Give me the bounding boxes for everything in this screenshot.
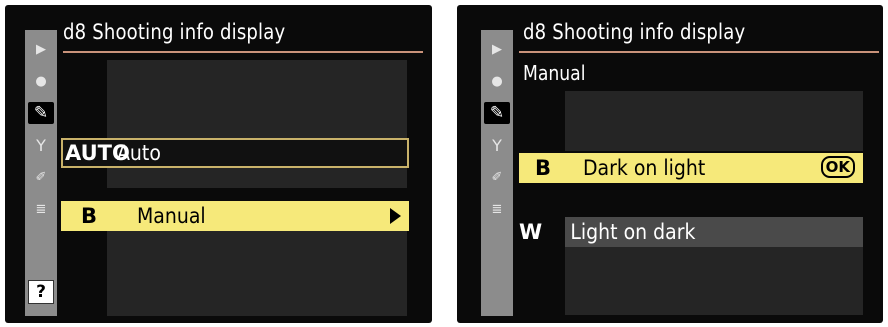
option-auto-label: Auto — [117, 141, 161, 165]
help-icon[interactable]: ? — [28, 280, 54, 304]
arrow-right-icon — [390, 208, 401, 224]
playback-icon[interactable]: ▶ — [28, 38, 54, 60]
upper-panel — [565, 91, 863, 151]
option-dark-on-light-label: Dark on light — [583, 156, 706, 180]
option-manual-tag: B — [81, 204, 98, 228]
option-dark-on-light[interactable]: B Dark on light OK — [519, 153, 863, 183]
camera-menu-screen-left: ▶ ● ✎ Y ✐ ≣ ? d8 Shooting info display A… — [5, 5, 432, 323]
title-underline — [519, 51, 879, 53]
menu-tab-sidebar: ▶ ● ✎ Y ✐ ≣ — [481, 30, 513, 316]
lower-panel — [107, 230, 407, 316]
my-menu-list-icon[interactable]: ≣ — [28, 198, 54, 220]
setup-wrench-icon[interactable]: Y — [484, 134, 510, 156]
option-auto-tag: AUTO — [65, 141, 130, 165]
retouch-brush-icon[interactable]: ✐ — [28, 166, 54, 188]
camera-menu-screen-right: ▶ ● ✎ Y ✐ ≣ d8 Shooting info display Man… — [457, 5, 883, 323]
option-manual-label: Manual — [137, 204, 206, 228]
lower-panel — [565, 245, 863, 315]
ok-button-icon[interactable]: OK — [820, 156, 855, 178]
option-light-on-dark-tag: W — [519, 220, 543, 244]
submenu-title: Manual — [523, 61, 586, 85]
title-underline — [63, 51, 423, 53]
option-light-on-dark-label: Light on dark — [570, 220, 696, 244]
setup-wrench-icon[interactable]: Y — [28, 134, 54, 156]
option-dark-on-light-tag: B — [535, 156, 552, 180]
retouch-brush-icon[interactable]: ✐ — [484, 166, 510, 188]
menu-title: d8 Shooting info display — [63, 20, 286, 44]
option-auto[interactable]: AUTO Auto — [61, 138, 409, 168]
option-manual[interactable]: B Manual — [61, 201, 409, 231]
menu-tab-sidebar: ▶ ● ✎ Y ✐ ≣ ? — [25, 30, 57, 316]
custom-settings-pencil-icon[interactable]: ✎ — [484, 102, 510, 124]
playback-icon[interactable]: ▶ — [484, 38, 510, 60]
my-menu-list-icon[interactable]: ≣ — [484, 198, 510, 220]
menu-title: d8 Shooting info display — [523, 20, 746, 44]
shooting-menu-icon[interactable]: ● — [484, 70, 510, 92]
custom-settings-pencil-icon[interactable]: ✎ — [28, 102, 54, 124]
option-light-on-dark[interactable]: W Light on dark — [519, 217, 863, 247]
upper-panel — [107, 60, 407, 188]
shooting-menu-icon[interactable]: ● — [28, 70, 54, 92]
